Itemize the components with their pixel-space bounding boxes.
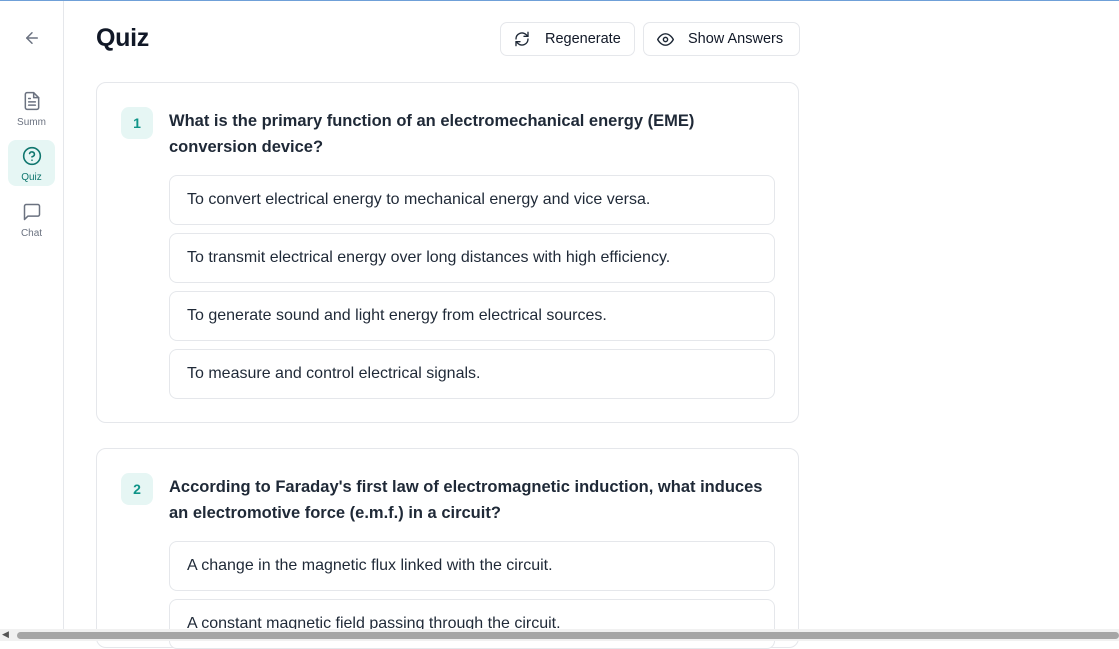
- back-button[interactable]: [19, 27, 45, 53]
- eye-icon: [656, 30, 674, 48]
- horizontal-scrollbar[interactable]: ◀: [0, 629, 1119, 641]
- show-answers-button[interactable]: Show Answers: [643, 22, 800, 56]
- question-number-badge: 2: [121, 473, 153, 505]
- sidebar-item-chat[interactable]: Chat: [8, 196, 55, 242]
- question-text: According to Faraday's first law of elec…: [169, 478, 763, 522]
- sidebar-item-summary[interactable]: Summ: [8, 85, 55, 131]
- answer-option[interactable]: To generate sound and light energy from …: [169, 291, 775, 341]
- document-icon: [22, 85, 42, 115]
- question-circle-icon: [22, 140, 42, 170]
- sidebar-item-label: Quiz: [21, 172, 42, 183]
- regenerate-button[interactable]: Regenerate: [500, 22, 635, 56]
- sidebar: Summ Quiz Chat: [0, 1, 64, 629]
- question-card: 1 What is the primary function of an ele…: [96, 82, 799, 423]
- refresh-icon: [513, 30, 531, 48]
- answer-option[interactable]: A change in the magnetic flux linked wit…: [169, 541, 775, 591]
- chat-bubble-icon: [22, 196, 42, 226]
- arrow-left-icon: [23, 29, 41, 51]
- answer-option[interactable]: To measure and control electrical signal…: [169, 349, 775, 399]
- scrollbar-thumb[interactable]: [17, 632, 1119, 639]
- scroll-left-arrow-icon[interactable]: ◀: [2, 630, 9, 640]
- question-number-badge: 1: [121, 107, 153, 139]
- show-answers-label: Show Answers: [688, 31, 784, 47]
- sidebar-item-label: Chat: [20, 228, 43, 239]
- answer-option[interactable]: To transmit electrical energy over long …: [169, 233, 775, 283]
- sidebar-item-label: Summ: [17, 117, 46, 128]
- page-title: Quiz: [96, 24, 149, 52]
- answer-option[interactable]: A constant magnetic field passing throug…: [169, 599, 775, 649]
- question-text: What is the primary function of an elect…: [169, 112, 695, 156]
- answer-option[interactable]: To convert electrical energy to mechanic…: [169, 175, 775, 225]
- window-top-border: [0, 0, 1119, 1]
- regenerate-label: Regenerate: [545, 31, 621, 47]
- question-card: 2 According to Faraday's first law of el…: [96, 448, 799, 649]
- sidebar-item-quiz[interactable]: Quiz: [8, 140, 55, 186]
